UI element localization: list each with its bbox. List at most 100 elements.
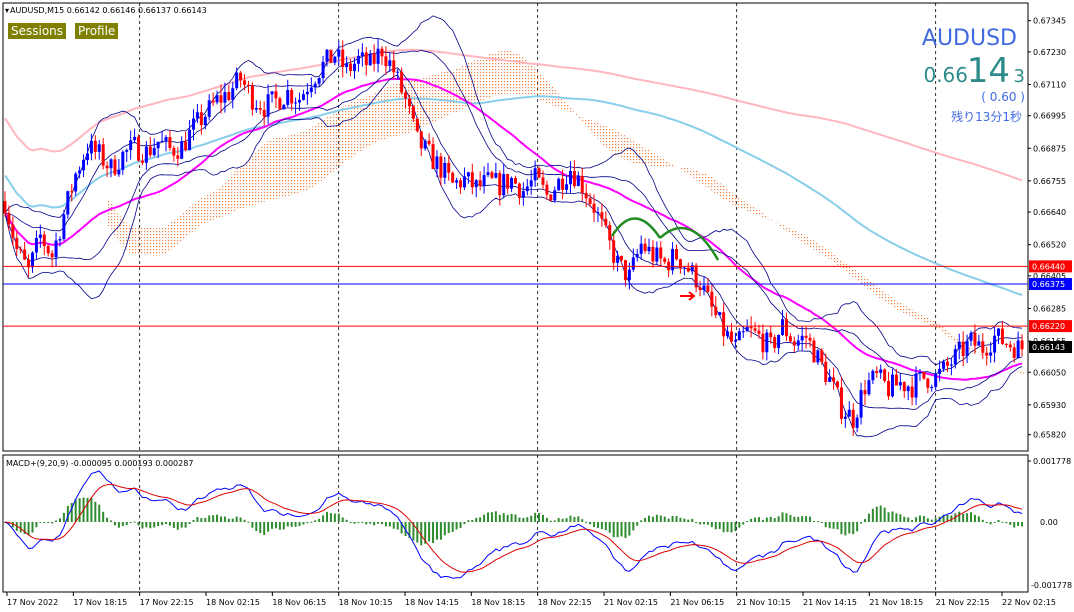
macd-histogram-bar bbox=[734, 522, 737, 532]
candle-body bbox=[199, 112, 203, 125]
macd-histogram-bar bbox=[777, 516, 780, 522]
macd-histogram-bar bbox=[687, 519, 690, 522]
candle-body bbox=[282, 104, 286, 110]
macd-histogram-bar bbox=[879, 505, 882, 522]
candle-body bbox=[117, 169, 121, 175]
candle-body bbox=[871, 370, 875, 381]
candle-body bbox=[631, 257, 635, 270]
macd-histogram-bar bbox=[165, 522, 168, 525]
macd-histogram-bar bbox=[730, 522, 733, 533]
sessions-button[interactable]: Sessions bbox=[8, 23, 67, 39]
candle-body bbox=[140, 160, 144, 163]
profile-button[interactable]: Profile bbox=[75, 23, 119, 39]
macd-histogram-bar bbox=[977, 516, 980, 522]
candle-body bbox=[733, 340, 737, 342]
macd-histogram-bar bbox=[903, 516, 906, 522]
candle-body bbox=[188, 129, 192, 151]
candle-body bbox=[443, 162, 447, 178]
y-tick-label: 0.67345 bbox=[1033, 17, 1066, 26]
candle-body bbox=[749, 326, 753, 329]
candle-body bbox=[176, 155, 180, 159]
candle-body bbox=[706, 285, 710, 292]
candle-body bbox=[969, 332, 973, 341]
candle-body bbox=[580, 175, 584, 193]
candle-body bbox=[718, 312, 722, 316]
macd-histogram-bar bbox=[337, 513, 340, 522]
candle-body bbox=[498, 173, 502, 196]
macd-histogram-bar bbox=[746, 521, 749, 523]
x-tick-label: 18 Nov 10:15 bbox=[339, 598, 393, 607]
candle-body bbox=[294, 102, 298, 104]
macd-histogram-bar bbox=[435, 522, 438, 540]
macd-histogram-bar bbox=[644, 517, 647, 522]
candle-body bbox=[961, 341, 965, 357]
macd-histogram-bar bbox=[683, 518, 686, 522]
macd-histogram-bar bbox=[593, 522, 596, 527]
candle-body bbox=[898, 382, 902, 386]
y-tick-label: 0.67110 bbox=[1033, 80, 1066, 89]
candle-body bbox=[777, 334, 781, 348]
macd-histogram-bar bbox=[895, 513, 898, 522]
macd-histogram-bar bbox=[702, 522, 705, 525]
macd-histogram-bar bbox=[326, 511, 329, 522]
candle-body bbox=[404, 92, 408, 99]
macd-histogram-bar bbox=[761, 519, 764, 522]
candle-body bbox=[11, 224, 15, 238]
candle-body bbox=[525, 186, 529, 192]
candle-body bbox=[608, 225, 612, 241]
macd-histogram-bar bbox=[844, 522, 847, 536]
macd-label: MACD+(9,20,9) -0.000095 0.000193 0.00028… bbox=[6, 459, 193, 468]
y-tick-label: 0.66520 bbox=[1033, 241, 1066, 250]
candle-body bbox=[981, 341, 985, 353]
macd-histogram-bar bbox=[231, 518, 234, 522]
macd-histogram-bar bbox=[322, 515, 325, 522]
chart-canvas: 0.0017780.00-0.001778 0.673450.672300.67… bbox=[2, 2, 1072, 607]
macd-histogram-bar bbox=[526, 517, 529, 522]
candle-body bbox=[808, 337, 812, 341]
macd-histogram-bar bbox=[447, 522, 450, 533]
price-prefix: 0.66 bbox=[923, 63, 968, 87]
macd-histogram-bar bbox=[243, 519, 246, 522]
candle-body bbox=[58, 239, 62, 241]
candle-body bbox=[859, 390, 863, 418]
macd-histogram-bar bbox=[671, 515, 674, 522]
candle-body bbox=[3, 201, 7, 214]
candle-body bbox=[290, 90, 294, 104]
macd-histogram-bar bbox=[255, 522, 258, 531]
candle-body bbox=[172, 148, 176, 156]
candle-body bbox=[1020, 340, 1024, 350]
candle-body bbox=[38, 234, 42, 238]
candle-body bbox=[855, 417, 859, 428]
candle-body bbox=[686, 267, 690, 272]
macd-histogram-bar bbox=[1017, 522, 1020, 526]
candle-body bbox=[722, 312, 726, 337]
macd-histogram-bar bbox=[1009, 522, 1012, 525]
collapse-triangle-icon[interactable]: ▾ bbox=[5, 6, 9, 15]
candle-body bbox=[879, 369, 883, 373]
candle-body bbox=[203, 116, 207, 125]
candle-body bbox=[356, 55, 360, 64]
candle-body bbox=[78, 170, 82, 174]
macd-histogram-bar bbox=[1013, 522, 1016, 528]
candle-body bbox=[490, 172, 494, 178]
candle-body bbox=[985, 352, 989, 356]
candle-body bbox=[191, 118, 195, 130]
macd-histogram-bar bbox=[341, 517, 344, 522]
candle-body bbox=[66, 191, 70, 215]
candle-body bbox=[427, 140, 431, 145]
macd-histogram-bar bbox=[377, 522, 380, 524]
macd-histogram-bar bbox=[966, 513, 969, 522]
candle-body bbox=[698, 287, 702, 290]
chart-header: AUDUSD,M15 0.66142 0.66146 0.66137 0.661… bbox=[10, 6, 207, 15]
candle-body bbox=[843, 416, 847, 419]
macd-histogram-bar bbox=[612, 522, 615, 538]
y-tick-label: 0.65930 bbox=[1033, 401, 1066, 410]
candle-body bbox=[380, 48, 384, 57]
macd-histogram-bar bbox=[899, 514, 902, 522]
macd-histogram-bar bbox=[718, 522, 721, 530]
macd-histogram-bar bbox=[981, 519, 984, 522]
x-tick-label: 17 Nov 2022 bbox=[7, 598, 58, 607]
macd-histogram-bar bbox=[828, 522, 831, 529]
candle-body bbox=[470, 172, 474, 188]
candle-body bbox=[918, 372, 922, 374]
